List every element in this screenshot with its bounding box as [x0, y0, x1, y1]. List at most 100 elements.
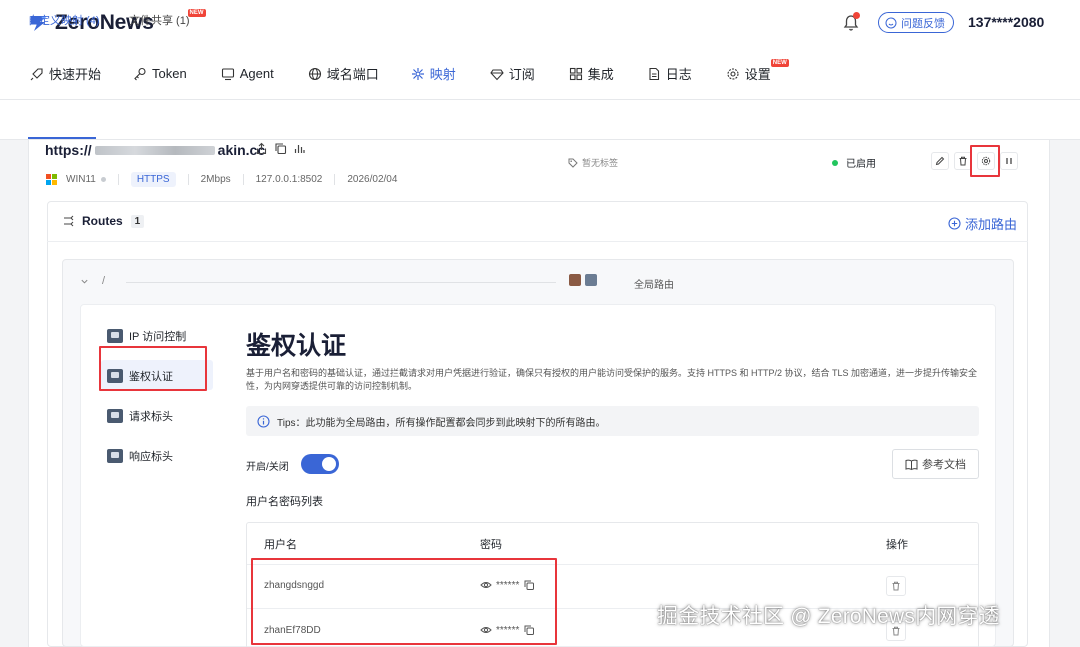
windows-icon — [46, 174, 57, 185]
tips-text: Tips：此功能为全局路由，所有操作配置都会同步到此映射下的所有路由。 — [277, 417, 606, 429]
key-icon — [134, 67, 146, 80]
status-label: 已启用 — [846, 159, 876, 170]
divider — [187, 174, 189, 185]
globe-icon — [308, 67, 321, 80]
trash-icon — [892, 581, 900, 591]
pause-button[interactable] — [1000, 152, 1018, 170]
tag-hint-label: 暂无标签 — [582, 158, 619, 168]
divider — [47, 241, 1028, 242]
url-blurred-part — [94, 145, 215, 155]
smile-icon — [885, 17, 897, 28]
toggle-label: 开启/关闭 — [246, 462, 289, 473]
auth-toggle[interactable] — [301, 454, 339, 474]
column-header-action: 操作 — [886, 539, 908, 551]
route-connector — [126, 282, 556, 283]
mapping-url[interactable]: https:// akin.cc — [45, 142, 265, 158]
pause-icon — [1006, 158, 1012, 164]
nav-settings[interactable]: 设置 NEW — [726, 59, 789, 83]
nav-quick-start[interactable]: 快速开始 — [30, 64, 101, 83]
delete-row-button[interactable] — [886, 576, 906, 596]
nav-label: 快速开始 — [49, 67, 102, 82]
main-nav: 快速开始 Token Agent 域名端口 映射 订阅 集成 日志 设置 NEW — [30, 59, 789, 83]
routes-icon — [64, 215, 74, 227]
pencil-icon — [935, 156, 945, 166]
protocol-badge: HTTPS — [130, 172, 176, 187]
stats-icon[interactable] — [293, 142, 306, 155]
side-item-label: IP 访问控制 — [129, 331, 187, 343]
tab-label: 文件共享 (1) — [129, 15, 190, 27]
nav-label: 日志 — [665, 67, 692, 82]
nav-label: 订阅 — [508, 67, 535, 82]
user-account[interactable]: 137****2080 — [968, 14, 1044, 30]
global-route-label: 全局路由 — [634, 280, 674, 291]
active-tab-indicator — [28, 137, 96, 139]
diamond-icon — [490, 68, 504, 80]
copy-icon[interactable] — [274, 142, 287, 155]
nav-label: 设置 — [744, 67, 771, 82]
mapping-meta: WIN11 HTTPS 2Mbps 127.0.0.1:8502 2026/02… — [46, 172, 397, 187]
nav-integration[interactable]: 集成 — [569, 64, 614, 83]
local-address: 127.0.0.1:8502 — [255, 174, 323, 185]
plus-circle-icon — [948, 217, 961, 230]
mapping-icon — [411, 67, 424, 80]
routes-header: Routes 1 — [63, 214, 145, 228]
side-item-label: 请求标头 — [129, 411, 173, 423]
tips-banner: Tips：此功能为全局路由，所有操作配置都会同步到此映射下的所有路由。 — [246, 406, 979, 436]
grid-icon — [569, 67, 582, 80]
new-badge: NEW — [187, 9, 206, 17]
side-item-response-headers[interactable]: 响应标头 — [107, 448, 173, 464]
nav-label: 域名端口 — [326, 67, 379, 82]
route-path: / — [102, 275, 106, 287]
monitor-icon — [221, 67, 234, 80]
bandwidth: 2Mbps — [200, 174, 231, 185]
highlight-credentials — [251, 558, 557, 645]
list-title: 用户名密码列表 — [246, 496, 323, 508]
gear-icon — [727, 67, 739, 80]
routes-count: 1 — [130, 214, 145, 228]
rocket-icon — [30, 67, 43, 80]
tab-file-share[interactable]: 文件共享 (1) NEW — [129, 9, 206, 28]
nav-token[interactable]: Token — [133, 66, 187, 81]
nav-domain-port[interactable]: 域名端口 — [308, 64, 379, 83]
nav-logs[interactable]: 日志 — [647, 64, 692, 83]
nav-label: 映射 — [429, 67, 456, 82]
nav-mapping[interactable]: 映射 — [411, 64, 456, 83]
os-label: WIN11 — [66, 174, 96, 185]
column-header-password: 密码 — [480, 539, 502, 551]
edit-button[interactable] — [931, 152, 949, 170]
request-header-icon — [107, 409, 123, 423]
highlight-auth-menu — [99, 346, 207, 391]
nav-subscription[interactable]: 订阅 — [490, 64, 535, 83]
route-path-row[interactable]: / — [80, 275, 105, 287]
nav-agent[interactable]: Agent — [221, 66, 274, 81]
notification-dot — [853, 12, 860, 19]
route-icons — [569, 274, 597, 286]
feedback-label: 问题反馈 — [901, 17, 945, 30]
nav-label: 集成 — [587, 67, 614, 82]
divider — [117, 174, 119, 185]
side-item-ip-access[interactable]: IP 访问控制 — [107, 328, 186, 344]
side-item-request-headers[interactable]: 请求标头 — [107, 408, 173, 424]
nav-label: Agent — [239, 66, 274, 81]
divider — [334, 174, 336, 185]
trash-icon — [959, 156, 967, 166]
feedback-button[interactable]: 问题反馈 — [878, 12, 954, 33]
tab-custom-mapping[interactable]: 自定义映射 (4) — [28, 12, 100, 28]
highlight-settings — [970, 145, 1000, 177]
add-route-button[interactable]: 添加路由 — [948, 214, 1017, 233]
info-icon — [257, 414, 270, 428]
url-prefix: https:// — [45, 142, 92, 158]
reference-doc-button[interactable]: 参考文档 — [892, 449, 979, 479]
watermark: 掘金技术社区 @ ZeroNews内网穿透 — [657, 605, 1000, 628]
doc-button-label: 参考文档 — [922, 459, 966, 471]
auth-description: 基于用户名和密码的基础认证，通过拦截请求对用户凭据进行验证，确保只有授权的用户能… — [246, 368, 978, 391]
tag-area[interactable]: 暂无标签 — [568, 156, 618, 169]
share-icon[interactable] — [255, 142, 268, 155]
divider — [242, 174, 244, 185]
tag-icon — [568, 158, 578, 168]
chevron-down-icon — [81, 279, 88, 284]
nav-label: Token — [152, 66, 187, 81]
column-header-user: 用户名 — [264, 539, 297, 551]
agent-status-dot — [100, 177, 106, 182]
user-auth-icon — [585, 274, 597, 286]
